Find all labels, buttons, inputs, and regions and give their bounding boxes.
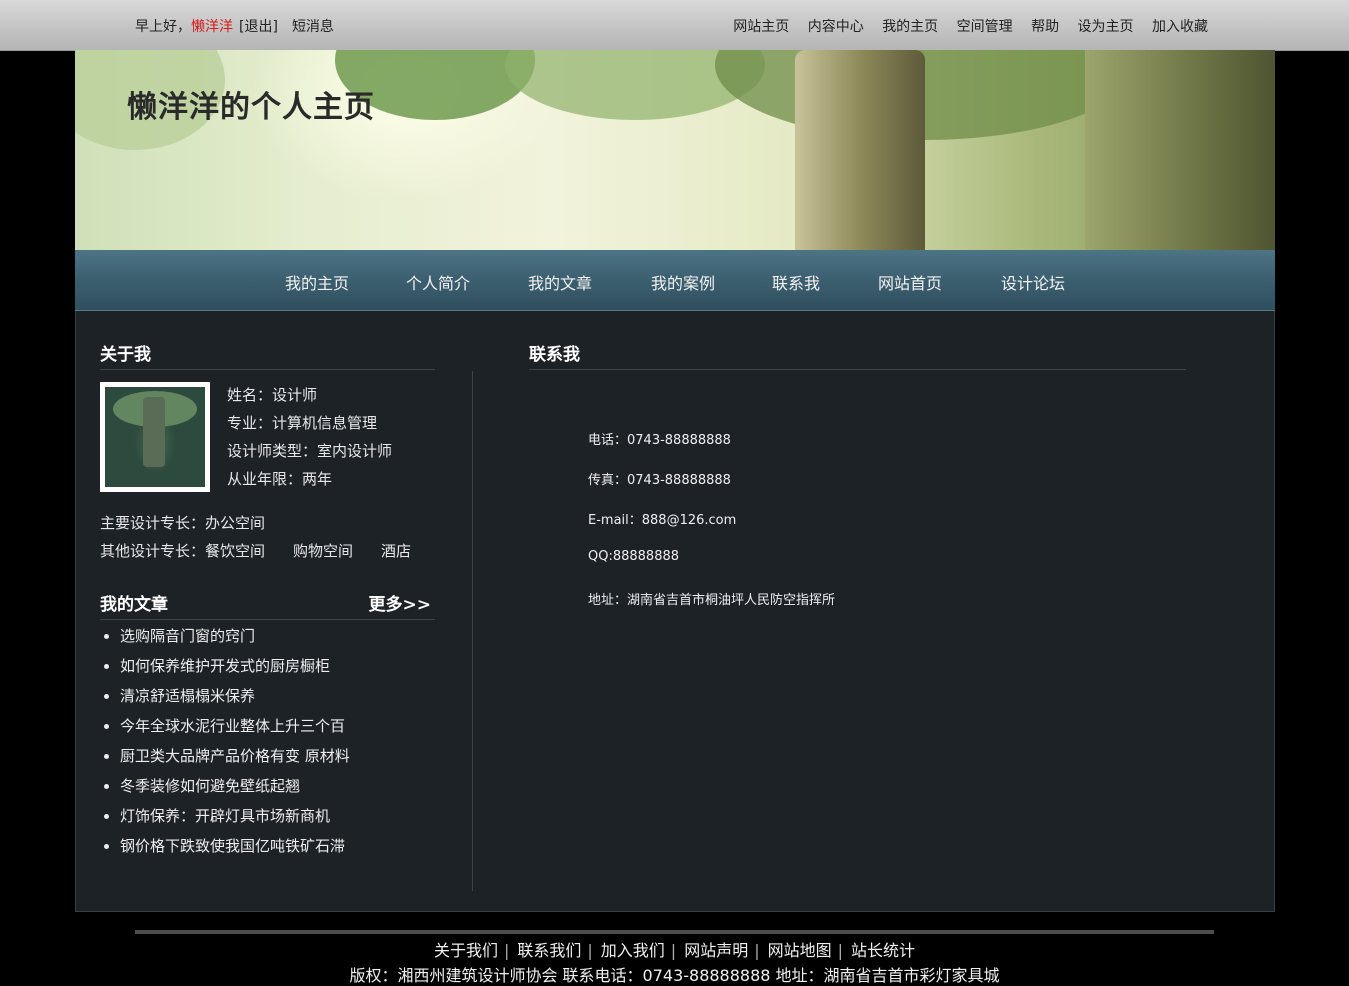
- footer-link-about[interactable]: 关于我们: [434, 941, 498, 960]
- avatar: [100, 382, 210, 492]
- footer-link-sitemap[interactable]: 网站地图: [768, 941, 832, 960]
- contact-qq: QQ:88888888: [588, 549, 680, 564]
- banner-tree-trunk: [1085, 50, 1275, 250]
- banner-tree-trunk: [795, 50, 925, 250]
- article-link[interactable]: 选购隔音门窗的窍门: [120, 621, 350, 651]
- other-skill-2: 购物空间: [293, 542, 354, 560]
- footer-link-contact[interactable]: 联系我们: [517, 941, 581, 960]
- nav-site-home[interactable]: 网站首页: [878, 270, 942, 294]
- user-greeting: 早上好，懒洋洋 [退出] 短消息: [135, 16, 334, 36]
- top-link-space-manage[interactable]: 空间管理: [957, 19, 1013, 35]
- nav-my-home[interactable]: 我的主页: [285, 270, 349, 294]
- main-content: 关于我 姓名：设计师 专业：计算机信息管理 设计师类型：室内设计师 从业年限：两…: [75, 311, 1275, 912]
- top-links: 网站主页 内容中心 我的主页 空间管理 帮助 设为主页 加入收藏: [719, 16, 1208, 36]
- top-link-my-home[interactable]: 我的主页: [882, 19, 938, 35]
- column-divider: [472, 371, 473, 891]
- contact-email: E-mail：888@126.com: [588, 513, 737, 528]
- nav-design-forum[interactable]: 设计论坛: [1001, 270, 1065, 294]
- article-list: 选购隔音门窗的窍门 如何保养维护开发式的厨房橱柜 清凉舒适榻榻米保养 今年全球水…: [100, 621, 350, 861]
- profile-designer-type: 设计师类型：室内设计师: [227, 442, 393, 460]
- header-banner: 懒洋洋的个人主页: [75, 50, 1275, 250]
- top-link-content-center[interactable]: 内容中心: [808, 19, 864, 35]
- nav-profile[interactable]: 个人简介: [406, 270, 470, 294]
- about-heading: 关于我: [100, 341, 435, 370]
- footer-links: 关于我们 | 联系我们 | 加入我们 | 网站声明 | 网站地图 | 站长统计: [433, 941, 916, 960]
- nav-my-articles[interactable]: 我的文章: [528, 270, 592, 294]
- footer-link-stats[interactable]: 站长统计: [851, 941, 915, 960]
- contact-address: 地址：湖南省吉首市桐油坪人民防空指挥所: [588, 593, 836, 608]
- other-skill-1: 其他设计专长：餐饮空间: [100, 542, 266, 560]
- contact-phone: 电话：0743-88888888: [588, 433, 731, 448]
- username-link[interactable]: 懒洋洋: [191, 19, 233, 35]
- other-skills: 其他设计专长：餐饮空间 购物空间 酒店: [100, 537, 411, 565]
- article-link[interactable]: 厨卫类大品牌产品价格有变 原材料: [120, 741, 350, 771]
- top-bar: 早上好，懒洋洋 [退出] 短消息 网站主页 内容中心 我的主页 空间管理 帮助 设为…: [0, 0, 1349, 51]
- main-skill: 主要设计专长：办公空间: [100, 514, 266, 532]
- profile-major: 专业：计算机信息管理: [227, 414, 378, 432]
- footer-divider: [135, 930, 1214, 934]
- messages-link[interactable]: 短消息: [292, 19, 334, 35]
- article-link[interactable]: 冬季装修如何避免壁纸起翘: [120, 771, 350, 801]
- top-link-site-home[interactable]: 网站主页: [733, 19, 789, 35]
- profile-name: 姓名：设计师: [227, 386, 318, 404]
- footer-link-statement[interactable]: 网站声明: [684, 941, 748, 960]
- article-link[interactable]: 今年全球水泥行业整体上升三个百: [120, 711, 350, 741]
- copyright-text: 版权：湘西州建筑设计师协会 联系电话：0743-88888888 地址：湖南省吉…: [349, 966, 1000, 985]
- greeting-text: 早上好，: [135, 19, 191, 35]
- profile-info: 姓名：设计师 专业：计算机信息管理 设计师类型：室内设计师 从业年限：两年: [227, 381, 392, 493]
- footer-link-join[interactable]: 加入我们: [601, 941, 665, 960]
- nav-contact-me[interactable]: 联系我: [772, 270, 820, 294]
- nav-my-cases[interactable]: 我的案例: [651, 270, 715, 294]
- article-link[interactable]: 钢价格下跌致使我国亿吨铁矿石滞: [120, 831, 350, 861]
- more-articles-link[interactable]: 更多>>: [369, 591, 432, 619]
- profile-years: 从业年限：两年: [227, 470, 333, 488]
- article-link[interactable]: 灯饰保养：开辟灯具市场新商机: [120, 801, 350, 831]
- contact-fax: 传真：0743-88888888: [588, 473, 731, 488]
- article-link[interactable]: 如何保养维护开发式的厨房橱柜: [120, 651, 350, 681]
- logout-link[interactable]: [退出]: [239, 19, 278, 35]
- articles-title: 我的文章: [100, 595, 168, 615]
- contact-heading: 联系我: [529, 341, 1186, 370]
- right-column: 联系我: [529, 341, 1186, 370]
- page-title: 懒洋洋的个人主页: [127, 90, 375, 125]
- contact-info: 电话：0743-88888888 传真：0743-88888888 E-mail…: [588, 429, 835, 629]
- article-link[interactable]: 清凉舒适榻榻米保养: [120, 681, 350, 711]
- top-link-help[interactable]: 帮助: [1031, 19, 1059, 35]
- articles-heading: 我的文章 更多>>: [100, 591, 435, 620]
- top-link-add-favorite[interactable]: 加入收藏: [1152, 19, 1208, 35]
- design-skills: 主要设计专长：办公空间 其他设计专长：餐饮空间 购物空间 酒店: [100, 509, 411, 565]
- main-nav: 我的主页 个人简介 我的文章 我的案例 联系我 网站首页 设计论坛: [75, 250, 1275, 311]
- avatar-tree: [143, 397, 165, 467]
- top-link-set-homepage[interactable]: 设为主页: [1078, 19, 1134, 35]
- banner-foliage: [715, 50, 1135, 140]
- other-skill-3: 酒店: [381, 542, 412, 560]
